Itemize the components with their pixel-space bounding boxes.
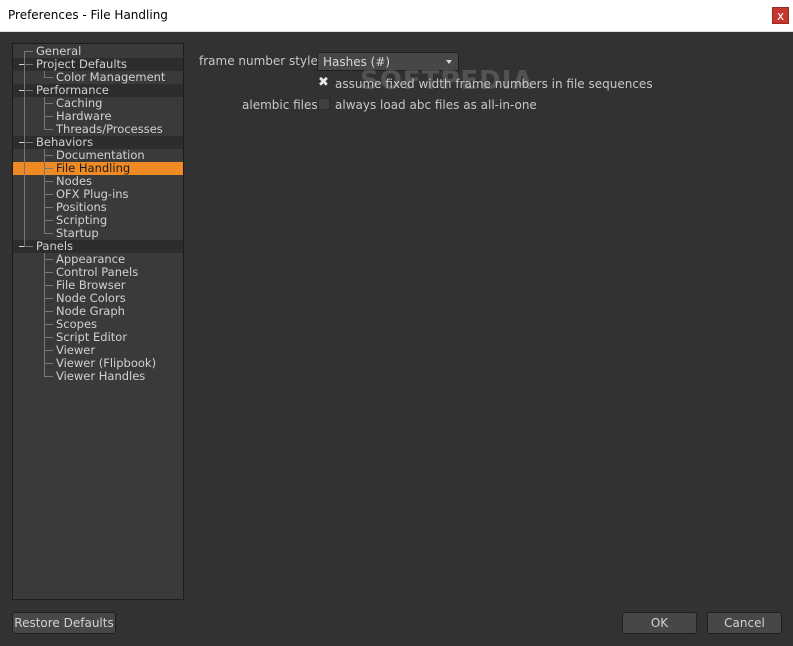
tree-item-viewer-handles[interactable]: Viewer Handles (13, 370, 183, 383)
tree-connector-line (44, 376, 53, 377)
restore-defaults-button[interactable]: Restore Defaults (12, 612, 116, 634)
tree-connector-line (44, 272, 53, 273)
tree-connector-line (24, 51, 33, 52)
tree-connector-line (24, 246, 33, 247)
title-bar: Preferences - File Handling x (0, 0, 793, 32)
tree-connector-line (24, 51, 25, 246)
close-button[interactable]: x (772, 7, 789, 24)
tree-connector-line (44, 350, 53, 351)
tree-connector-line (44, 71, 45, 78)
preferences-tree: General Project Defaults Color Management P… (12, 43, 184, 600)
tree-connector-line (44, 324, 53, 325)
check-icon: ✖ (318, 75, 329, 90)
tree-connector-line (24, 142, 33, 143)
tree-connector-line (44, 181, 53, 182)
fixed-width-label: assume fixed width frame numbers in file… (335, 77, 653, 91)
tree-connector-line (44, 194, 53, 195)
tree-connector-line (44, 337, 53, 338)
tree-connector-line (44, 116, 53, 117)
tree-connector-line (24, 90, 33, 91)
cancel-button[interactable]: Cancel (707, 612, 782, 634)
tree-connector-line (44, 129, 53, 130)
chevron-down-icon (446, 60, 452, 64)
tree-item-file-handling[interactable]: File Handling (13, 162, 183, 175)
tree-connector-line (44, 259, 53, 260)
tree-item-script-editor[interactable]: Script Editor (13, 331, 183, 344)
tree-connector-line (44, 168, 53, 169)
tree-connector-line (44, 97, 45, 130)
tree-connector-line (44, 298, 53, 299)
tree-connector-line (44, 311, 53, 312)
tree-connector-line (44, 220, 53, 221)
close-icon: x (776, 9, 785, 23)
tree-connector-line (24, 64, 33, 65)
tree-connector-line (44, 253, 45, 377)
fixed-width-checkbox[interactable]: ✖ (318, 75, 330, 90)
tree-connector-line (44, 207, 53, 208)
tree-connector-line (44, 363, 53, 364)
window-title: Preferences - File Handling (8, 8, 168, 22)
frame-number-style-label: frame number style (199, 54, 318, 68)
alembic-option-label: always load abc files as all-in-one (335, 98, 537, 112)
tree-connector-line (44, 77, 53, 78)
tree-connector-line (44, 149, 45, 234)
ok-button[interactable]: OK (622, 612, 697, 634)
tree-item-label: Viewer Handles (56, 369, 146, 383)
alembic-checkbox[interactable] (318, 98, 330, 110)
tree-connector-line (44, 155, 53, 156)
tree-item-node-graph[interactable]: Node Graph (13, 305, 183, 318)
alembic-files-label: alembic files (242, 98, 318, 112)
tree-connector-line (44, 233, 53, 234)
tree-connector-line (44, 285, 53, 286)
tree-connector-line (44, 103, 53, 104)
